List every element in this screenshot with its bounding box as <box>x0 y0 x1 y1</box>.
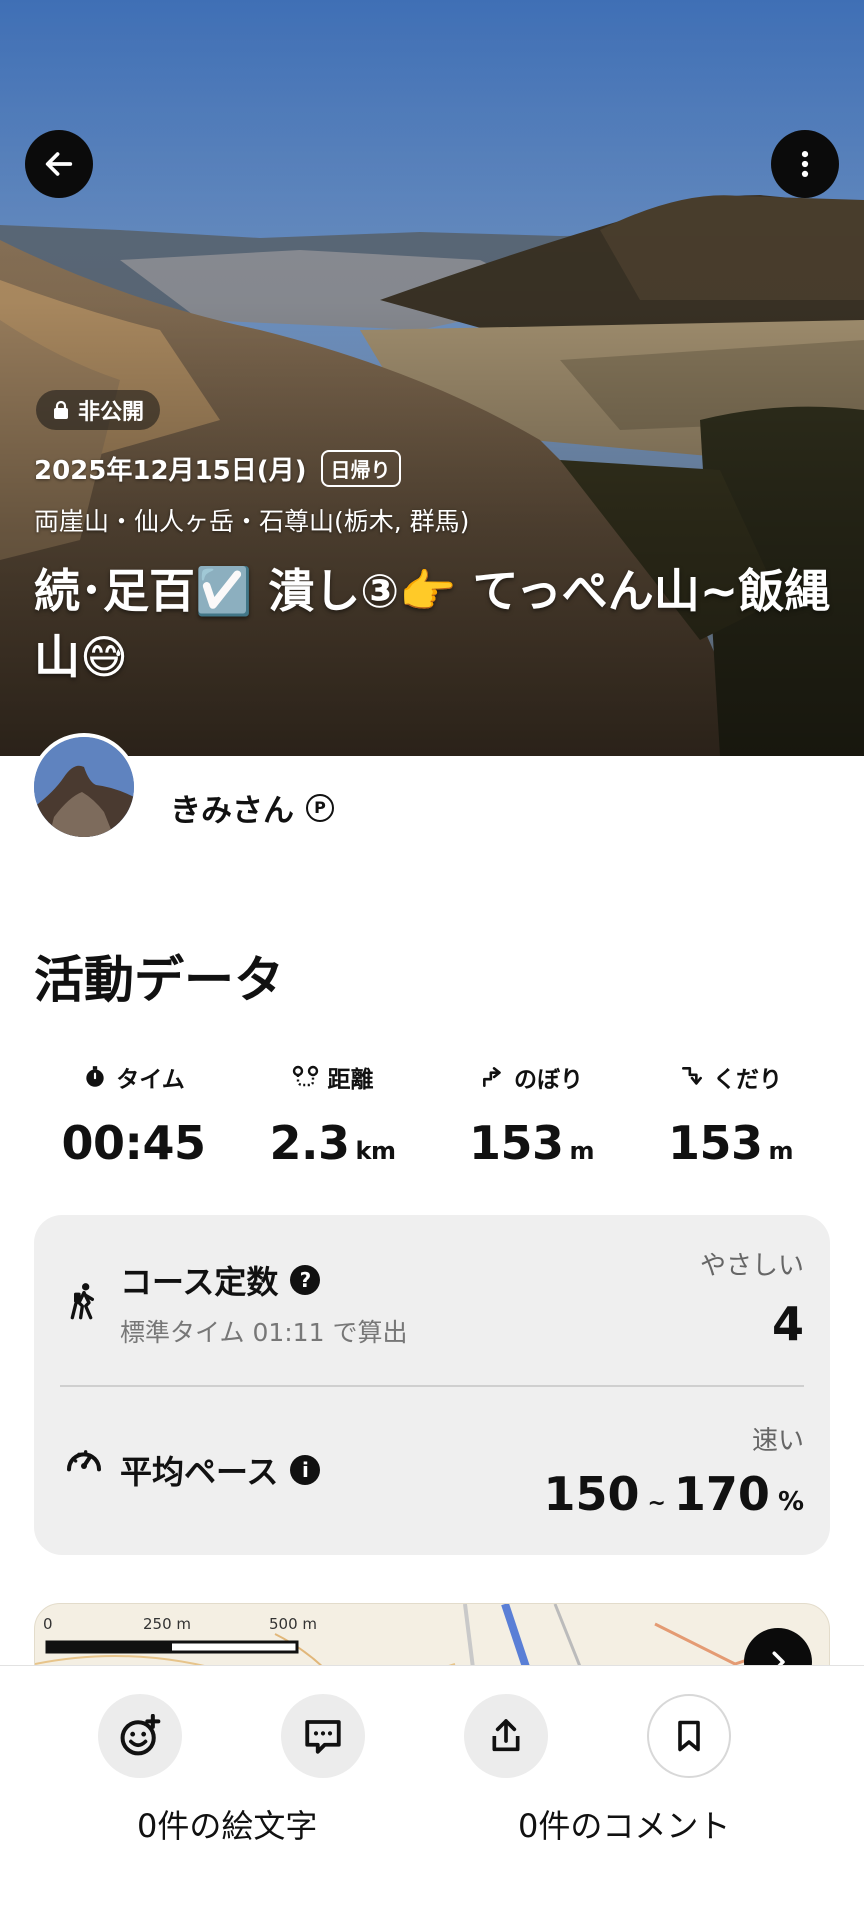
mountain-area[interactable]: 両崖山・仙人ヶ岳・石尊山(栃木, 群馬) <box>34 502 469 538</box>
course-constant-label: コース定数 <box>120 1263 279 1301</box>
stat-ascent: のぼり 153 m <box>432 1060 631 1170</box>
stat-unit: m <box>569 1137 595 1165</box>
stat-label: 距離 <box>327 1067 374 1093</box>
stat-value: 153 <box>667 1116 763 1170</box>
stat-value: 00:45 <box>61 1116 206 1170</box>
avatar[interactable] <box>30 733 138 841</box>
share-button[interactable] <box>464 1694 548 1778</box>
stopwatch-icon <box>86 1066 104 1087</box>
arrow-left-icon <box>45 152 73 176</box>
activity-title: 続･足百☑️ 潰し③👉 てっぺん山~飯縄山😅 <box>34 564 831 684</box>
emoji-reaction-button[interactable] <box>98 1694 182 1778</box>
comment-count[interactable]: 0件のコメント <box>518 1801 730 1847</box>
average-pace-label: 平均ペース <box>120 1453 279 1491</box>
avatar-image <box>34 737 134 837</box>
bookmark-icon <box>678 1720 700 1752</box>
pace-range-separator: ~ <box>647 1491 666 1516</box>
date-row: 2025年12月15日(月) 日帰り <box>34 450 401 487</box>
comment-button[interactable] <box>281 1694 365 1778</box>
info-icon[interactable]: i <box>290 1455 321 1485</box>
course-constant-sub: 標準タイム 01:11 で算出 <box>120 1318 408 1347</box>
user-name: きみさん <box>170 793 294 829</box>
stat-label: タイム <box>116 1067 185 1093</box>
course-constant-row[interactable]: コース定数 ? 標準タイム 01:11 で算出 やさしい 4 <box>34 1215 830 1385</box>
share-icon <box>492 1719 520 1752</box>
trip-type-badge: 日帰り <box>320 450 401 487</box>
bookmark-button[interactable] <box>647 1694 731 1778</box>
bottom-action-bar: 0件の絵文字 0件のコメント <box>0 1665 864 1920</box>
stat-distance: 距離 2.3 km <box>233 1060 432 1170</box>
pace-max: 170 <box>673 1467 770 1521</box>
more-vertical-icon <box>801 150 809 178</box>
help-icon[interactable]: ? <box>290 1265 321 1295</box>
speedometer-icon <box>67 1450 101 1472</box>
more-options-button[interactable] <box>771 130 839 198</box>
stat-unit: km <box>355 1137 396 1165</box>
pace-range: 150 ~ 170 % <box>543 1467 804 1521</box>
emoji-count[interactable]: 0件の絵文字 <box>137 1801 317 1847</box>
stat-unit: m <box>768 1137 794 1165</box>
average-pace-row[interactable]: 平均ペース i 速い 150 ~ 170 % <box>34 1385 830 1555</box>
descent-icon <box>682 1067 702 1085</box>
stat-time: タイム 00:45 <box>34 1060 233 1170</box>
stat-label: のぼり <box>514 1067 583 1093</box>
lock-icon <box>54 400 68 419</box>
user-name-row[interactable]: きみさん P <box>170 785 334 830</box>
pace-unit: % <box>777 1487 804 1517</box>
back-button[interactable] <box>25 130 93 198</box>
add-emoji-icon <box>120 1714 161 1756</box>
visibility-label: 非公開 <box>78 400 145 425</box>
pace-rating: 速い <box>751 1426 804 1456</box>
premium-badge-icon: P <box>306 793 334 822</box>
comment-icon <box>305 1720 341 1754</box>
map-scale-label: 0 <box>43 1615 53 1633</box>
map-scale-label: 250 m <box>143 1615 192 1633</box>
hiker-icon <box>70 1283 95 1320</box>
stat-label: くだり <box>713 1067 782 1093</box>
stats-row: タイム 00:45 距離 2.3 km のぼり 153 m くだり 153 m <box>34 1060 830 1170</box>
course-summary-card: コース定数 ? 標準タイム 01:11 で算出 やさしい 4 平均ペース i 速… <box>34 1215 830 1555</box>
map-scale-label: 500 m <box>269 1615 318 1633</box>
stat-value: 2.3 <box>269 1116 351 1170</box>
course-difficulty: やさしい <box>699 1251 804 1281</box>
stat-descent: くだり 153 m <box>631 1060 830 1170</box>
section-title: 活動データ <box>34 951 284 1009</box>
visibility-badge: 非公開 <box>36 390 161 430</box>
course-constant-value: 4 <box>771 1297 804 1351</box>
ascent-icon <box>483 1067 501 1087</box>
pace-min: 150 <box>543 1467 640 1521</box>
stat-value: 153 <box>468 1116 564 1170</box>
activity-date: 2025年12月15日(月) <box>34 456 307 486</box>
route-icon <box>292 1065 318 1087</box>
